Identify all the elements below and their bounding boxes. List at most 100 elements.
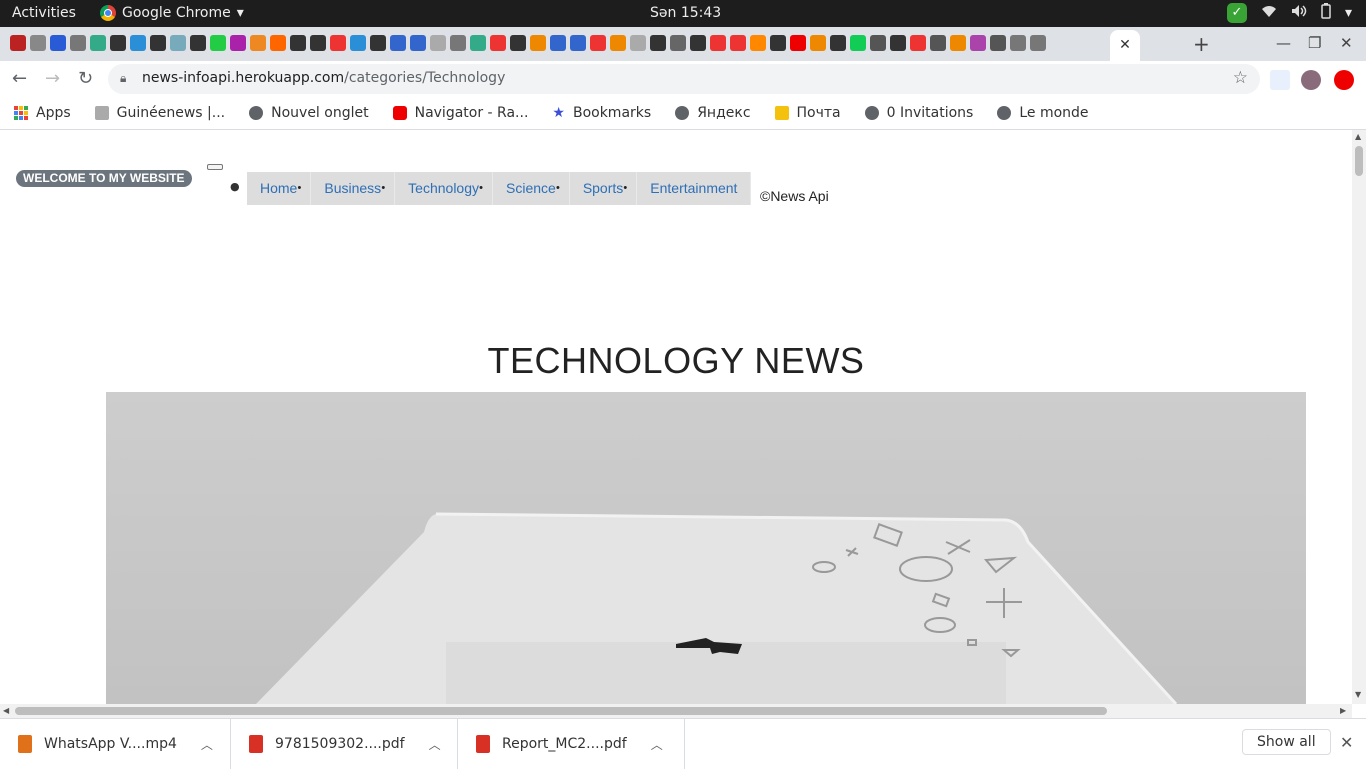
tab-favicon-icon[interactable] [250, 35, 266, 51]
bookmark-bookmarks[interactable]: ★ Bookmarks [552, 105, 651, 121]
tab-favicon-icon[interactable] [190, 35, 206, 51]
tab-favicon-icon[interactable] [350, 35, 366, 51]
tab-favicon-icon[interactable] [30, 35, 46, 51]
download-item[interactable]: WhatsApp V....mp4 ︿ [0, 719, 231, 769]
tab-favicon-icon[interactable] [150, 35, 166, 51]
system-tray[interactable]: ✓ ▾ [1226, 3, 1352, 23]
nav-link-home[interactable]: Home [247, 172, 312, 205]
tab-favicon-icon[interactable] [590, 35, 606, 51]
app-menu[interactable]: Google Chrome ▾ [100, 5, 244, 21]
back-button[interactable]: ← [12, 68, 27, 89]
clock[interactable]: Sən 15:43 [650, 5, 721, 21]
bookmark-invitations[interactable]: 0 Invitations [864, 105, 973, 121]
new-tab-button[interactable]: + [1193, 32, 1210, 56]
bookmark-le-monde[interactable]: Le monde [997, 105, 1089, 121]
tab-favicon-icon[interactable] [230, 35, 246, 51]
activities-button[interactable]: Activities [12, 5, 76, 21]
tab-favicon-icon[interactable] [170, 35, 186, 51]
tab-favicon-icon[interactable] [570, 35, 586, 51]
nav-link-business[interactable]: Business [311, 172, 396, 205]
address-bar[interactable]: 🔒︎ news-infoapi.herokuapp.com/categories… [108, 64, 1260, 94]
tab-favicon-icon[interactable] [670, 35, 686, 51]
bookmark-yandex[interactable]: Яндекс [675, 105, 751, 121]
lock-icon[interactable]: 🔒︎ [120, 71, 126, 86]
tab-favicon-icon[interactable] [430, 35, 446, 51]
tab-favicon-icon[interactable] [110, 35, 126, 51]
download-item[interactable]: 9781509302....pdf ︿ [231, 719, 458, 769]
brand-badge[interactable]: WELCOME TO MY WEBSITE [16, 170, 192, 187]
chevron-up-icon[interactable]: ︿ [429, 736, 441, 753]
tab-favicon-icon[interactable] [930, 35, 946, 51]
tab-favicon-icon[interactable] [870, 35, 886, 51]
tab-favicon-icon[interactable] [770, 35, 786, 51]
check-icon[interactable]: ✓ [1226, 3, 1247, 23]
nav-link-science[interactable]: Science [493, 172, 570, 205]
tab-favicon-icon[interactable] [1010, 35, 1026, 51]
tab-favicon-icon[interactable] [610, 35, 626, 51]
tab-favicon-icon[interactable] [990, 35, 1006, 51]
show-all-button[interactable]: Show all [1242, 729, 1331, 755]
tab-favicon-icon[interactable] [130, 35, 146, 51]
article-image[interactable] [106, 392, 1306, 704]
close-icon[interactable]: ✕ [1119, 37, 1131, 53]
tab-favicon-icon[interactable] [970, 35, 986, 51]
nav-link-entertainment[interactable]: Entertainment [637, 172, 752, 205]
bookmark-guineenews[interactable]: Guinéenews |... [94, 105, 225, 121]
scrollbar-thumb[interactable] [15, 707, 1107, 715]
tab-favicon-icon[interactable] [290, 35, 306, 51]
horizontal-scrollbar[interactable]: ◀ ▶ [0, 704, 1352, 718]
tab-favicon-icon[interactable] [950, 35, 966, 51]
tab-favicon-icon[interactable] [830, 35, 846, 51]
nav-link-technology[interactable]: Technology [395, 172, 493, 205]
scroll-right-arrow-icon[interactable]: ▶ [1340, 706, 1346, 715]
tab-favicon-icon[interactable] [1030, 35, 1046, 51]
tab-favicon-icon[interactable] [630, 35, 646, 51]
tab-favicon-icon[interactable] [70, 35, 86, 51]
maximize-button[interactable]: ❐ [1308, 34, 1321, 52]
reload-button[interactable]: ↻ [78, 68, 93, 89]
bookmark-pochta[interactable]: Почта [774, 105, 841, 121]
tab-favicon-icon[interactable] [690, 35, 706, 51]
tab-favicon-icon[interactable] [910, 35, 926, 51]
close-window-button[interactable]: ✕ [1340, 34, 1353, 52]
chevron-up-icon[interactable]: ︿ [651, 736, 663, 753]
tab-favicon-icon[interactable] [550, 35, 566, 51]
bookmark-navigator[interactable]: Navigator - Ra... [392, 105, 528, 121]
tab-favicon-icon[interactable] [470, 35, 486, 51]
close-icon[interactable]: ✕ [1340, 733, 1353, 752]
nav-link-sports[interactable]: Sports [570, 172, 638, 205]
forward-button[interactable]: → [45, 68, 60, 89]
tab-favicon-icon[interactable] [650, 35, 666, 51]
active-tab[interactable]: ✕ [1110, 30, 1140, 61]
tab-favicon-icon[interactable] [850, 35, 866, 51]
url-text[interactable]: news-infoapi.herokuapp.com/categories/Te… [142, 70, 505, 86]
tab-favicon-icon[interactable] [730, 35, 746, 51]
minimize-button[interactable]: — [1276, 34, 1291, 52]
bookmark-star-icon[interactable]: ☆ [1233, 68, 1248, 88]
tab-favicon-icon[interactable] [50, 35, 66, 51]
tab-favicon-icon[interactable] [530, 35, 546, 51]
tab-favicon-icon[interactable] [210, 35, 226, 51]
tab-favicon-icon[interactable] [750, 35, 766, 51]
tab-favicon-icon[interactable] [10, 35, 26, 51]
tab-favicon-icon[interactable] [510, 35, 526, 51]
update-icon[interactable] [1334, 70, 1354, 90]
cast-icon[interactable] [1270, 70, 1290, 90]
chevron-up-icon[interactable]: ︿ [201, 736, 213, 753]
tab-favicon-icon[interactable] [890, 35, 906, 51]
tab-favicon-icon[interactable] [90, 35, 106, 51]
navbar-toggler-button[interactable] [207, 164, 223, 170]
tab-favicon-icon[interactable] [490, 35, 506, 51]
tab-favicon-icon[interactable] [310, 35, 326, 51]
bookmark-apps[interactable]: Apps [14, 105, 71, 121]
scroll-down-arrow-icon[interactable]: ▼ [1355, 690, 1361, 699]
scrollbar-thumb[interactable] [1355, 146, 1363, 176]
scroll-up-arrow-icon[interactable]: ▲ [1355, 132, 1361, 141]
tab-favicon-icon[interactable] [390, 35, 406, 51]
download-item[interactable]: Report_MC2....pdf ︿ [458, 719, 685, 769]
tab-favicon-icon[interactable] [410, 35, 426, 51]
tab-favicon-icon[interactable] [710, 35, 726, 51]
tab-favicon-icon[interactable] [270, 35, 286, 51]
tab-favicon-icon[interactable] [370, 35, 386, 51]
vertical-scrollbar[interactable]: ▲ ▼ [1352, 130, 1366, 704]
